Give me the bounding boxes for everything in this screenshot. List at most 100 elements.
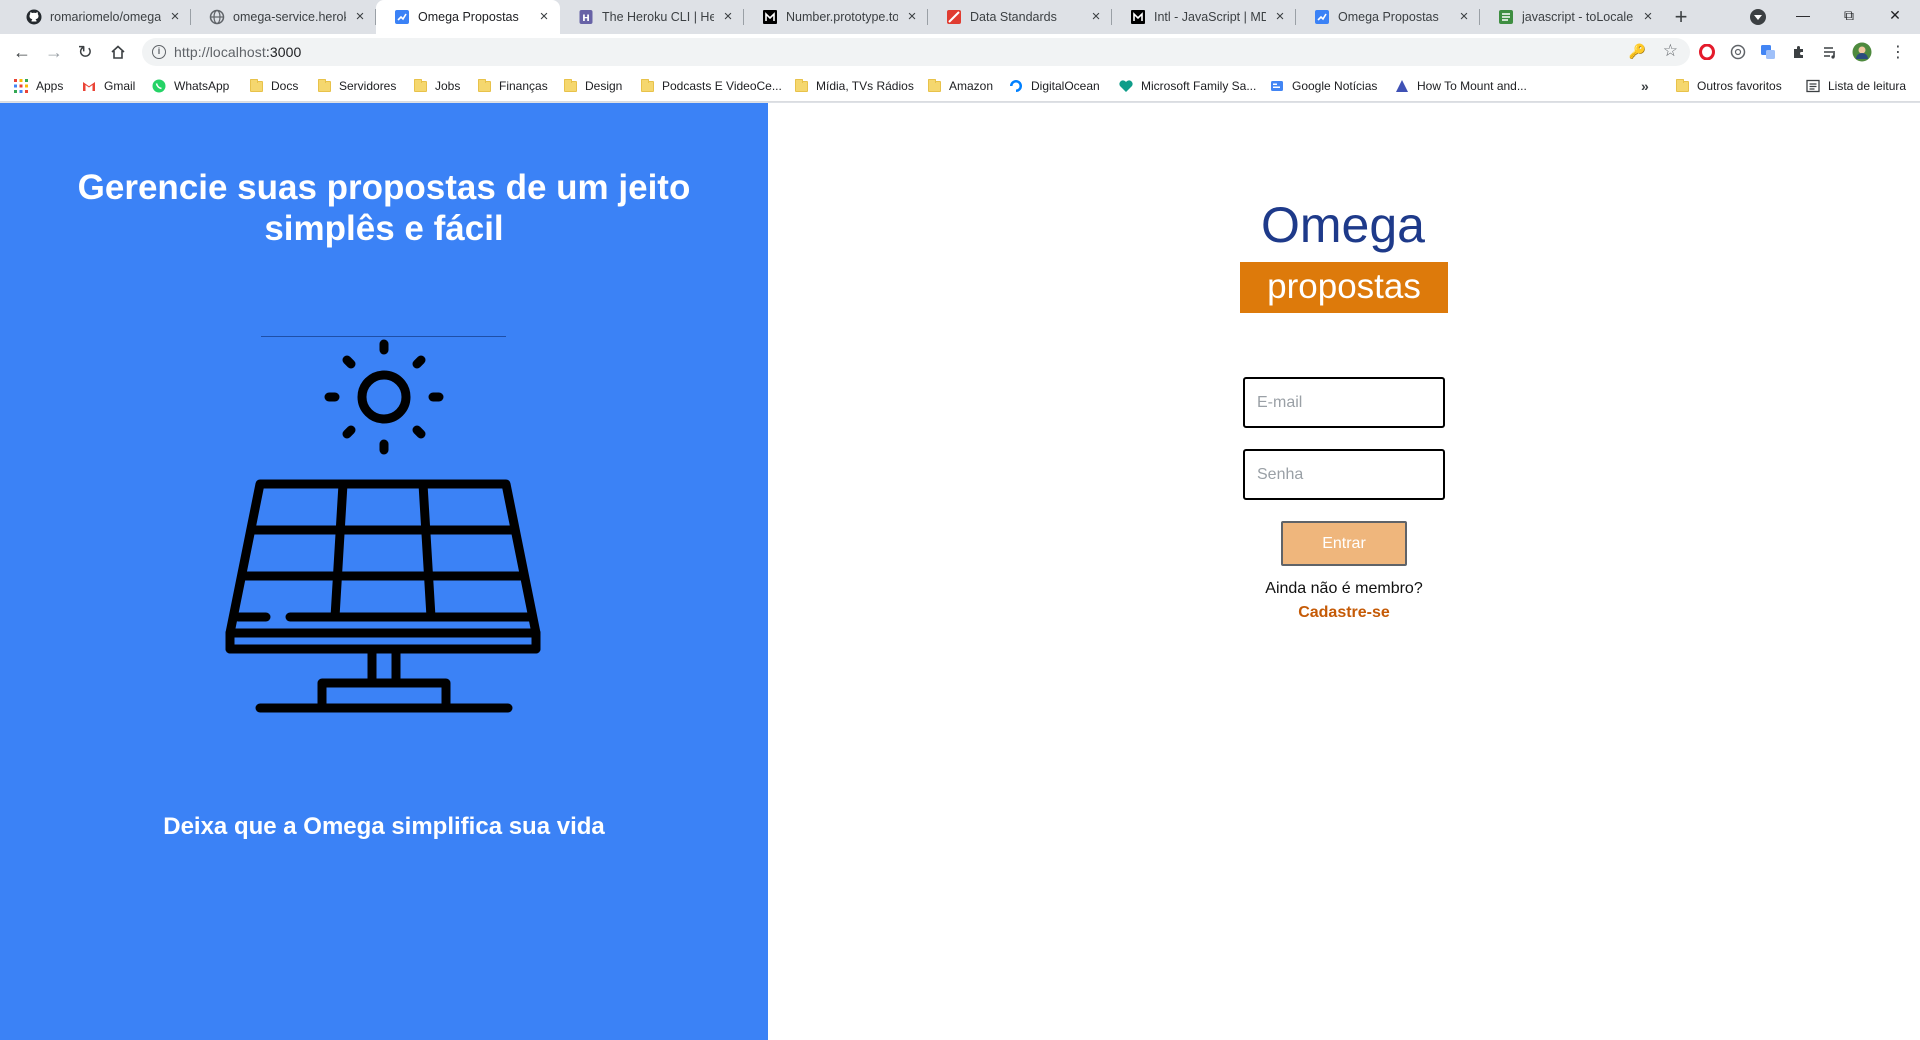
stackoverflow-icon [1498,9,1514,25]
data-standards-icon [946,9,962,25]
bookmark-label: Microsoft Family Sa... [1141,79,1257,93]
window-close-icon[interactable]: ✕ [1872,0,1918,32]
not-member-text: Ainda não é membro? [1265,580,1423,597]
bookmark-item[interactable]: Podcasts E VideoCe... [640,70,782,102]
bookmark-item[interactable]: WhatsApp [152,70,229,102]
bookmark-label: Docs [271,79,299,93]
new-tab-button[interactable]: + [1669,6,1693,30]
bookmark-label: Apps [36,79,64,93]
mdn-icon [1130,9,1146,25]
apps-grid-icon [14,79,28,93]
site-info-icon[interactable]: i [152,45,166,59]
bookmark-item[interactable]: Gmail [82,70,135,102]
close-icon[interactable]: × [1456,9,1472,25]
bookmark-item[interactable]: Mídia, TVs Rádios [794,70,914,102]
solar-panel-icon [225,339,541,713]
close-icon[interactable]: × [536,9,552,25]
email-field[interactable] [1243,377,1445,428]
bookmark-label: How To Mount and... [1417,79,1527,93]
bookmark-label: Lista de leitura [1828,79,1907,93]
browser-toolbar: ← → ↻ i http://localhost:3000 🔑 ☆ ⋮ [0,34,1920,70]
browser-tab[interactable]: javascript - toLocaleSt × [1480,0,1664,34]
login-button[interactable]: Entrar [1281,521,1407,566]
tab-search-icon[interactable] [1750,9,1766,25]
tab-title: Omega Propostas [1338,10,1439,24]
media-queue-icon[interactable] [1820,42,1840,62]
extension-circle-icon[interactable] [1728,42,1748,62]
browser-tab[interactable]: H The Heroku CLI | Heroku × [560,0,744,34]
login-panel: Omega propostas Entrar Ainda não é membr… [768,103,1920,1040]
bookmark-item[interactable]: Finanças [477,70,548,102]
close-icon[interactable]: × [1088,9,1104,25]
close-icon[interactable]: × [720,9,736,25]
close-icon[interactable]: × [1272,9,1288,25]
browser-tab[interactable]: romariomelo/omega-c × [8,0,191,34]
reload-icon[interactable]: ↻ [73,40,97,64]
bookmark-item[interactable]: Jobs [413,70,460,102]
forward-arrow-icon[interactable]: → [42,40,66,64]
extensions-puzzle-icon[interactable] [1789,42,1809,62]
browser-tab[interactable]: Omega Propostas × [1296,0,1480,34]
omega-app-icon [1314,9,1330,25]
url-text[interactable]: http://localhost:3000 [174,44,301,60]
folder-icon [477,78,491,93]
bookmark-item[interactable]: Microsoft Family Sa... [1119,70,1256,102]
menu-kebab-icon[interactable]: ⋮ [1888,42,1908,62]
globe-icon [209,9,225,25]
tab-title: javascript - toLocaleSt [1522,10,1634,24]
restore-icon[interactable]: ⧉ [1826,0,1872,32]
profile-avatar-icon[interactable] [1852,42,1872,62]
bookmark-label: Finanças [499,79,548,93]
opera-extension-icon[interactable] [1697,42,1717,62]
browser-tab[interactable]: omega-service.herokuapp × [191,0,376,34]
bookmark-other-favorites[interactable]: Outros favoritos [1675,70,1782,102]
bookmark-label: Servidores [339,79,397,93]
folder-icon [317,78,331,93]
bookmark-label: Google Notícias [1292,79,1378,93]
folder-icon [927,78,941,93]
key-icon[interactable]: 🔑 [1629,43,1646,60]
home-icon[interactable] [106,40,130,64]
bookmark-label: DigitalOcean [1031,79,1100,93]
bookmark-item[interactable]: Apps [14,70,63,102]
back-arrow-icon[interactable]: ← [10,40,34,64]
address-bar[interactable]: i http://localhost:3000 🔑 ☆ [142,38,1690,66]
close-icon[interactable]: × [904,9,920,25]
browser-tab[interactable]: Number.prototype.toL × [744,0,928,34]
reading-list[interactable]: Lista de leitura [1806,70,1906,102]
close-icon[interactable]: × [1640,9,1656,25]
folder-icon [413,78,427,93]
close-icon[interactable]: × [352,9,368,25]
bookmark-item[interactable]: Amazon [927,70,993,102]
browser-tab[interactable]: Intl - JavaScript | MDN × [1112,0,1296,34]
folder-icon [1675,78,1689,93]
bookmark-item[interactable]: DigitalOcean [1009,70,1100,102]
omega-app-icon [394,9,410,25]
tab-strip: romariomelo/omega-c × omega-service.hero… [0,0,1920,34]
reading-list-icon [1806,79,1820,93]
hero-panel: Gerencie suas propostas de um jeito simp… [0,103,768,1040]
translate-icon[interactable] [1758,42,1778,62]
bookmark-label: Jobs [435,79,461,93]
url-port: :3000 [265,44,302,60]
bookmark-item[interactable]: Docs [249,70,298,102]
digitalocean-icon [1009,79,1023,93]
password-field[interactable] [1243,449,1445,500]
star-icon[interactable]: ☆ [1663,41,1678,61]
bookmark-item[interactable]: Design [563,70,622,102]
signup-link[interactable]: Cadastre-se [1194,603,1494,623]
browser-tab[interactable]: Data Standards × [928,0,1112,34]
bookmark-item[interactable]: How To Mount and... [1395,70,1527,102]
close-icon[interactable]: × [167,9,183,25]
bookmark-label: Mídia, TVs Rádios [816,79,914,93]
bookmark-label: Outros favoritos [1697,79,1782,93]
bookmark-item[interactable]: Google Notícias [1270,70,1377,102]
page-viewport: Gerencie suas propostas de um jeito simp… [0,103,1920,1040]
minimize-icon[interactable]: — [1780,0,1826,32]
hero-subtitle: Deixa que a Omega simplifica sua vida [163,813,605,840]
browser-tab-active[interactable]: Omega Propostas × [376,0,560,34]
heroku-icon: H [578,9,594,25]
bookmarks-overflow-icon[interactable]: » [1641,70,1649,102]
bookmark-item[interactable]: Servidores [317,70,396,102]
brand-logo-name: Omega [1261,197,1425,253]
